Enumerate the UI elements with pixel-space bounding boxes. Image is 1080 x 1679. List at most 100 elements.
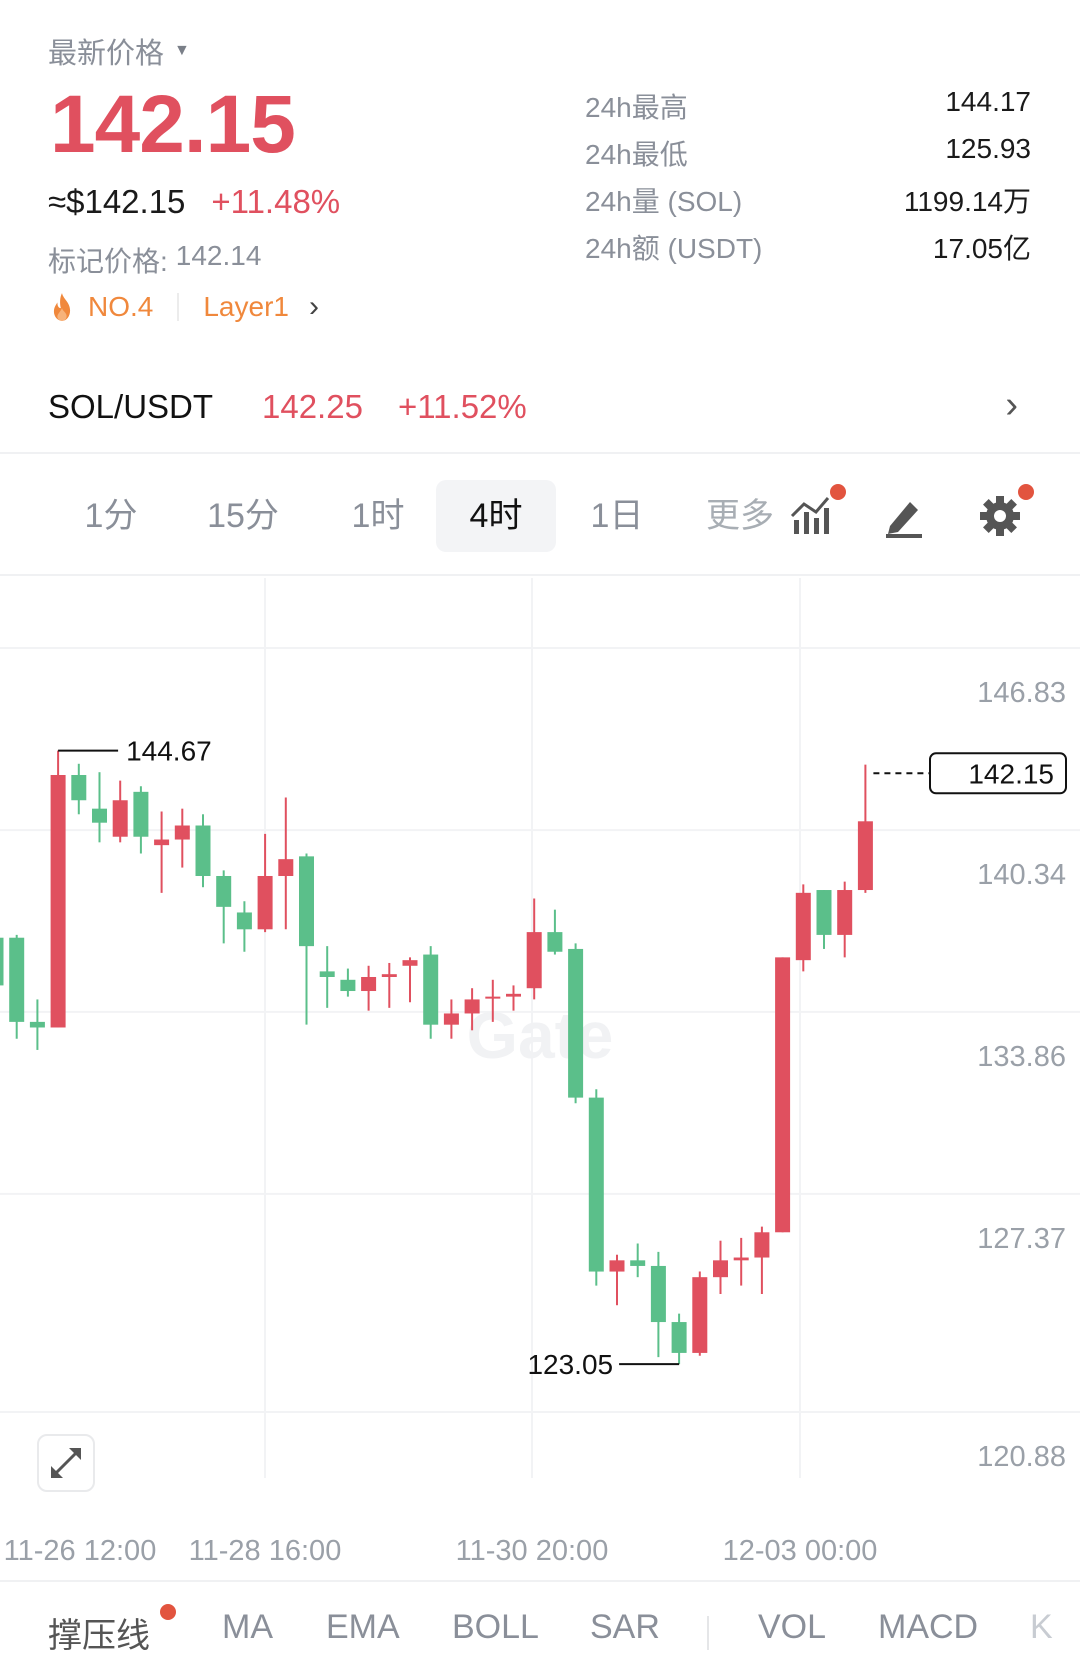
candle [9,934,25,1039]
candle [443,999,459,1039]
candle-body [588,1097,604,1272]
tab-4h[interactable]: 4时 [436,480,556,552]
candle [216,870,232,944]
candle [671,1313,687,1365]
rank-label: NO.4 [88,291,154,322]
candle [112,780,128,843]
notification-dot [1018,484,1034,500]
candle-body [775,957,791,1233]
price-header: 最新价格 ▼ 142.15 ≈$142.15 +11.48% 标记价格: 142… [0,0,1080,350]
watermark-text: Gate [467,998,614,1072]
y-axis-label: 140.34 [977,859,1066,891]
stat-row: 24h额 (USDT) 17.05亿 [585,227,1031,274]
pair-change: +11.52% [398,388,527,425]
indicator-sar[interactable]: SAR [590,1608,660,1647]
indicator-vol[interactable]: VOL [758,1608,826,1647]
candle [29,999,45,1050]
y-axis-label: 120.88 [977,1441,1066,1473]
latest-price-dropdown[interactable]: 最新价格 ▼ [48,30,190,72]
pair-row[interactable]: SOL/USDT 142.25 +11.52% › [0,370,1080,454]
draw-pen-icon[interactable] [880,492,928,540]
current-price-label: 142.15 [968,758,1054,789]
candle [278,797,294,930]
candle [568,943,584,1104]
candle [71,763,87,815]
interval-bar: 1分 15分 1时 4时 1日 更多 [0,456,1080,576]
indicator-ema[interactable]: EMA [326,1608,400,1647]
pair-symbol: SOL/USDT [48,388,214,425]
fullscreen-button[interactable] [37,1434,95,1492]
tab-15m[interactable]: 15分 [188,480,298,552]
stat-row: 24h量 (SOL) 1199.14万 [585,180,1031,227]
chart-labels-layer: 146.83 140.34 133.86 127.37 120.88 11-26 12:0… [4,677,1067,1567]
mark-price-line: 标记价格: 142.14 [48,240,261,280]
category-label: Layer1 [203,291,289,322]
candle-body [526,932,542,989]
candle-body [506,993,521,997]
candle-body [671,1322,687,1353]
candle [133,786,149,854]
tag-divider [177,293,180,321]
usd-price-line: ≈$142.15 +11.48% [48,183,340,221]
indicator-macd[interactable]: MACD [878,1608,978,1647]
candle [154,811,170,893]
indicator-chart-icon[interactable] [788,484,846,540]
tab-1h[interactable]: 1时 [330,480,426,552]
price-change-pct: +11.48% [211,183,341,220]
stat-row: 24h最高 144.17 [585,86,1031,133]
candle [92,772,107,843]
candle [775,957,791,1233]
candle [630,1243,646,1278]
tab-1d[interactable]: 1日 [572,480,662,552]
y-axis-label: 133.86 [977,1041,1066,1073]
x-axis-label: 11-26 12:00 [4,1535,157,1567]
candle-body [423,954,439,1025]
candle [257,833,273,933]
candle-body [133,791,149,837]
chart-canvas[interactable]: Gate 146.83 140.34 133.86 127.37 120.88 11-26… [0,578,1080,1578]
indicator-support-resistance[interactable]: 撑压线 [48,1608,150,1657]
candle [0,937,4,986]
candle-body [154,839,170,846]
latest-price-label: 最新价格 [48,38,165,70]
candle [195,814,211,888]
candle-body [0,937,4,986]
indicator-divider [707,1616,709,1650]
candle [423,946,439,1039]
candles-layer [0,750,873,1365]
candle-body [733,1257,749,1261]
candle-body [443,1013,459,1025]
candle-body [630,1260,646,1266]
indicator-ma[interactable]: MA [222,1608,273,1647]
indicator-bar: 撑压线 MA EMA BOLL SAR VOL MACD K [0,1580,1080,1679]
candle [588,1089,604,1286]
candle-body [340,979,356,992]
rank-tags[interactable]: NO.4 Layer1 › [48,290,319,324]
stat-label: 24h最低 [585,139,688,170]
tab-1m[interactable]: 1分 [66,480,156,552]
candle [236,901,252,952]
candle-body [464,999,480,1014]
candle-body [278,859,294,876]
candle [713,1240,728,1295]
candle-body [257,875,273,930]
candle [174,808,190,868]
candlestick-chart[interactable]: Gate 146.83 140.34 133.86 127.37 120.88 11-26… [0,578,1080,1578]
indicator-boll[interactable]: BOLL [452,1608,539,1647]
candle [795,884,811,972]
candle [816,890,832,949]
candle-body [29,1021,45,1028]
candle [361,965,377,1011]
stat-value: 125.93 [945,133,1031,164]
tab-more[interactable]: 更多 [700,480,780,552]
settings-gear-icon[interactable] [976,484,1034,540]
y-axis-label: 146.83 [977,677,1066,709]
candle-body [381,974,397,977]
candle-body [92,808,107,823]
candle-body [692,1277,708,1353]
candle [837,881,853,958]
indicator-k[interactable]: K [1030,1608,1053,1647]
mark-price-value: 142.14 [175,240,262,271]
candle [526,898,542,1000]
candle-body [795,892,811,961]
